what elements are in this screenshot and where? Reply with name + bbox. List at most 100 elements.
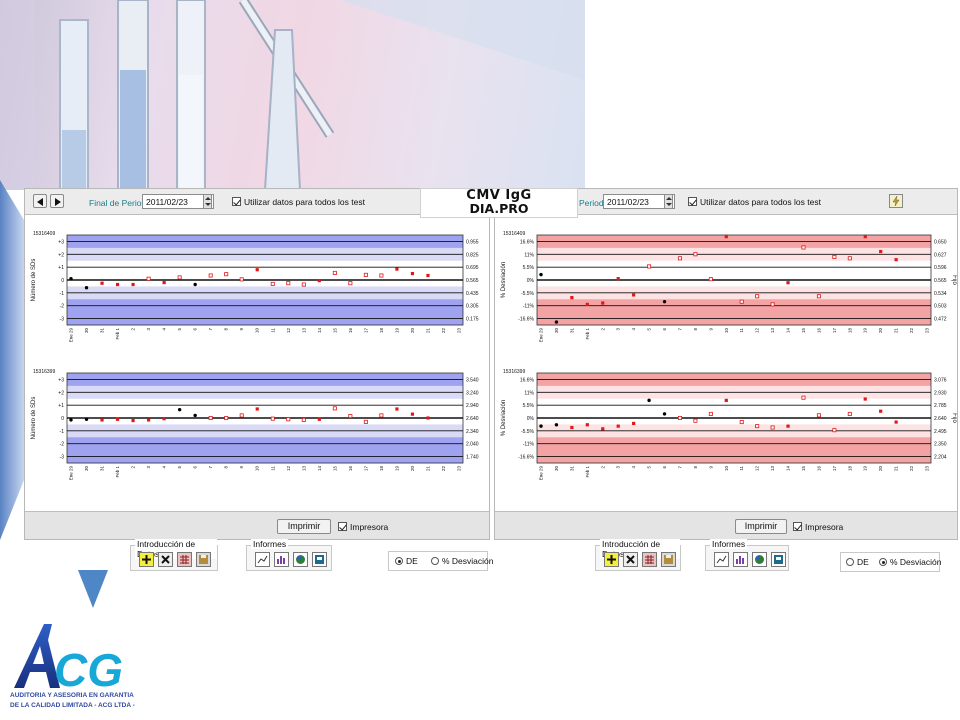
save-icon[interactable] xyxy=(196,552,211,567)
date-spinner[interactable] xyxy=(664,194,673,209)
data-point xyxy=(770,425,775,430)
right-tick-label: 0.650 xyxy=(934,239,947,245)
data-point xyxy=(693,252,698,257)
x-tick-label: 8 xyxy=(224,328,229,331)
save-icon[interactable] xyxy=(661,552,676,567)
printer-checkbox[interactable] xyxy=(338,522,347,531)
data-point xyxy=(193,282,197,287)
data-point xyxy=(379,273,384,278)
data-point xyxy=(894,258,898,262)
grid-icon[interactable] xyxy=(642,552,657,567)
x-tick-label: Ene 29 xyxy=(69,328,74,343)
globe-icon[interactable] xyxy=(293,552,308,567)
de-radio[interactable] xyxy=(846,558,854,566)
use-all-checkbox[interactable] xyxy=(688,197,697,206)
data-point xyxy=(662,299,667,304)
right-tick-label: 0.503 xyxy=(934,304,947,310)
data-point xyxy=(739,420,744,425)
right-tick-label: 0.955 xyxy=(466,239,479,245)
x-tick-label: 13 xyxy=(770,466,775,472)
x-tick-label: 7 xyxy=(677,328,682,331)
add-icon[interactable] xyxy=(139,552,154,567)
pct-deviation-radio[interactable] xyxy=(879,558,887,566)
print-button[interactable]: Imprimir xyxy=(277,519,331,534)
x-tick-label: 10 xyxy=(255,328,260,334)
y-tick-label: -3 xyxy=(60,317,65,323)
lightning-icon[interactable] xyxy=(889,194,903,208)
right-axis-label: Fijo xyxy=(951,275,957,285)
product-manufacturer: DIA.PRO xyxy=(469,201,529,216)
report-icon[interactable] xyxy=(771,552,786,567)
x-tick-label: 13 xyxy=(301,466,306,472)
bar-chart-icon[interactable] xyxy=(274,552,289,567)
right-tick-label: 0.565 xyxy=(466,278,479,284)
right-data-entry-group: Introducción de Datos xyxy=(595,539,681,571)
printer-checkbox[interactable] xyxy=(793,522,802,531)
x-tick-label: 13 xyxy=(301,328,306,334)
data-point xyxy=(662,412,667,416)
x-tick-label: 20 xyxy=(878,466,883,472)
x-tick-label: 31 xyxy=(100,328,105,334)
right-tick-label: 0.695 xyxy=(466,265,479,271)
data-point xyxy=(570,425,574,430)
y-axis-label: % Desviación xyxy=(501,262,507,298)
date-spinner[interactable] xyxy=(203,194,212,209)
left-mode-group: DE % Desviación xyxy=(388,551,494,571)
grid-icon[interactable] xyxy=(177,552,192,567)
right-tick-label: 2.340 xyxy=(466,429,479,435)
right-tick-label: 2.495 xyxy=(934,429,947,435)
x-tick-label: Feb 1 xyxy=(115,466,120,478)
x-tick-label: 17 xyxy=(832,328,837,334)
data-point xyxy=(115,282,120,287)
x-tick-label: 23 xyxy=(457,466,462,472)
bar-chart-icon[interactable] xyxy=(733,552,748,567)
data-point xyxy=(647,264,652,269)
right-tick-label: 0.596 xyxy=(934,265,947,271)
data-point xyxy=(69,277,73,281)
data-point xyxy=(879,249,883,254)
data-point xyxy=(286,417,291,422)
line-chart-icon[interactable] xyxy=(714,552,729,567)
y-tick-label: -5.5% xyxy=(521,429,535,435)
y-tick-label: +3 xyxy=(58,239,64,245)
data-point xyxy=(724,398,728,402)
de-radio[interactable] xyxy=(395,557,403,565)
x-tick-label: 11 xyxy=(270,328,275,333)
delete-icon[interactable] xyxy=(158,552,173,567)
x-tick-label: 5 xyxy=(177,328,182,331)
data-point xyxy=(379,413,384,418)
globe-icon[interactable] xyxy=(752,552,767,567)
right-tick-label: 2.640 xyxy=(466,416,479,422)
data-point xyxy=(570,296,574,300)
right-tick-label: 2.930 xyxy=(934,390,947,396)
side-decoration xyxy=(0,180,24,540)
right-qc-window: Periodo 2011/02/23 Utilizar datos para t… xyxy=(494,188,958,540)
use-all-checkbox[interactable] xyxy=(232,197,241,206)
right-bottom-chart: 16.6% 3.076 11% 2.930 5.5% 2.785 0% 2.640 -5.5% 2… xyxy=(495,363,957,496)
previous-button[interactable] xyxy=(33,194,47,208)
x-tick-label: 22 xyxy=(909,328,914,334)
y-tick-label: -16.6% xyxy=(518,455,534,461)
data-point xyxy=(426,416,430,420)
y-axis-label: Número de SDs xyxy=(31,397,37,440)
data-point xyxy=(755,424,760,429)
print-button[interactable]: Imprimir xyxy=(735,519,787,534)
data-point xyxy=(554,320,559,324)
data-point xyxy=(146,276,151,281)
line-chart-icon[interactable] xyxy=(255,552,270,567)
next-button[interactable] xyxy=(50,194,64,208)
data-point xyxy=(317,279,321,283)
x-tick-label: 5 xyxy=(647,328,652,331)
left-top-chart: +3 0.955 +2 0.825 +1 0.695 0 0.565 -1 0.435 -2 0.30… xyxy=(25,225,489,358)
right-tick-label: 0.175 xyxy=(466,317,479,323)
add-icon[interactable] xyxy=(604,552,619,567)
report-icon[interactable] xyxy=(312,552,327,567)
x-tick-label: 19 xyxy=(863,466,868,472)
y-tick-label: +1 xyxy=(58,265,64,271)
data-point xyxy=(317,417,321,421)
pct-deviation-radio[interactable] xyxy=(431,557,439,565)
y-tick-label: -1 xyxy=(60,429,65,435)
delete-icon[interactable] xyxy=(623,552,638,567)
x-tick-label: 22 xyxy=(441,328,446,334)
x-tick-label: 30 xyxy=(84,466,89,472)
